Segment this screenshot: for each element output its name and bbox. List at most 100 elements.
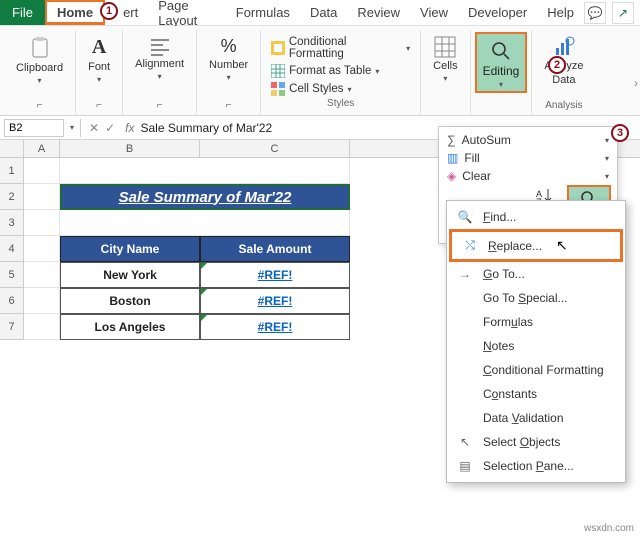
pane-icon: ▤ bbox=[457, 459, 473, 473]
menu-replace[interactable]: ⤭ Replace... ↖ Replace... bbox=[449, 229, 623, 262]
alignment-label: Alignment bbox=[135, 58, 184, 70]
cancel-icon[interactable]: ✕ bbox=[89, 121, 99, 135]
number-label: Number bbox=[209, 59, 248, 71]
eraser-icon: ◈ bbox=[447, 169, 456, 183]
menu-formulas[interactable]: FormulasFormulas bbox=[447, 310, 625, 334]
menu-select-objects[interactable]: ↖Select ObjectsSelect Objects bbox=[447, 430, 625, 454]
table-row[interactable]: Los Angeles bbox=[60, 314, 200, 340]
col-C[interactable]: C bbox=[200, 140, 350, 157]
row-3[interactable]: 3 bbox=[0, 210, 24, 236]
editing-label: Editing bbox=[483, 64, 520, 78]
cell[interactable] bbox=[60, 158, 350, 184]
comments-icon[interactable]: 💬 bbox=[584, 2, 606, 24]
cell[interactable] bbox=[24, 236, 60, 262]
menu-selection-pane[interactable]: ▤Selection Pane...Selection Pane... bbox=[447, 454, 625, 478]
cell[interactable] bbox=[24, 288, 60, 314]
table-row[interactable]: #REF! bbox=[200, 262, 350, 288]
tab-view[interactable]: View bbox=[410, 0, 458, 25]
formula-value[interactable]: Sale Summary of Mar'22 bbox=[140, 121, 272, 135]
header-city[interactable]: City Name bbox=[60, 236, 200, 262]
header-amount[interactable]: Sale Amount bbox=[200, 236, 350, 262]
title-cell[interactable]: Sale Summary of Mar'22 bbox=[60, 184, 350, 210]
menu-cond-format[interactable]: Conditional FormattingConditional Format… bbox=[447, 358, 625, 382]
cell[interactable] bbox=[60, 210, 350, 236]
cell[interactable] bbox=[24, 184, 60, 210]
callout-3: 3 bbox=[611, 124, 629, 142]
autosum-button[interactable]: ∑AutoSum ▾ bbox=[441, 131, 615, 149]
row-4[interactable]: 4 bbox=[0, 236, 24, 262]
select-all-corner[interactable] bbox=[0, 140, 24, 157]
chevron-down-icon: ▾ bbox=[158, 72, 162, 81]
analyze-label-2: Data bbox=[552, 74, 575, 86]
ribbon: Clipboard ▾ ⌐ A Font ▾ ⌐ Alignment ▾ ⌐ %… bbox=[0, 26, 640, 116]
share-icon[interactable]: ↗ bbox=[612, 2, 634, 24]
menu-data-validation[interactable]: Data ValidationData Validation bbox=[447, 406, 625, 430]
group-clipboard-label: ⌐ bbox=[37, 100, 43, 113]
menu-goto[interactable]: →Go To...Go To... bbox=[447, 262, 625, 286]
ref-error: #REF! bbox=[258, 320, 293, 334]
arrow-right-icon: → bbox=[457, 267, 473, 281]
menu-find[interactable]: 🔍FFind...ind... bbox=[447, 205, 625, 229]
tab-developer[interactable]: Developer bbox=[458, 0, 537, 25]
tab-home-label: Home bbox=[57, 5, 93, 20]
clear-button[interactable]: ◈Clear▾ bbox=[441, 167, 615, 185]
ribbon-tabs: File Home 1 ert Page Layout Formulas Dat… bbox=[0, 0, 640, 26]
tab-home[interactable]: Home bbox=[45, 0, 105, 25]
editing-button[interactable]: Editing ▾ bbox=[475, 32, 528, 93]
row-1[interactable]: 1 bbox=[0, 158, 24, 184]
table-row[interactable]: Boston bbox=[60, 288, 200, 314]
ref-error: #REF! bbox=[258, 294, 293, 308]
enter-icon[interactable]: ✓ bbox=[105, 121, 115, 135]
row-6[interactable]: 6 bbox=[0, 288, 24, 314]
col-B[interactable]: B bbox=[60, 140, 200, 157]
cell-styles-button[interactable]: Cell Styles▾ bbox=[271, 80, 410, 98]
chevron-down-icon: ▾ bbox=[38, 76, 42, 85]
tab-file[interactable]: File bbox=[0, 0, 45, 25]
cursor-icon: ↖ bbox=[556, 237, 568, 254]
tab-page-layout[interactable]: Page Layout bbox=[148, 0, 226, 25]
row-5[interactable]: 5 bbox=[0, 262, 24, 288]
tab-review[interactable]: Review bbox=[347, 0, 410, 25]
fx-icon[interactable]: fx bbox=[119, 121, 140, 135]
group-font-label: ⌐ bbox=[96, 100, 102, 113]
col-A[interactable]: A bbox=[24, 140, 60, 157]
cell[interactable] bbox=[24, 314, 60, 340]
table-row[interactable]: #REF! bbox=[200, 288, 350, 314]
menu-goto-special[interactable]: Go To Special...Go To Special... bbox=[447, 286, 625, 310]
sigma-icon: ∑ bbox=[447, 133, 456, 147]
find-select-menu: 🔍FFind...ind... ⤭ Replace... ↖ Replace..… bbox=[446, 200, 626, 483]
tab-help[interactable]: Help bbox=[537, 0, 584, 25]
chevron-down-icon: ▾ bbox=[227, 73, 231, 82]
fill-button[interactable]: ▥Fill▾ bbox=[441, 149, 615, 167]
row-7[interactable]: 7 bbox=[0, 314, 24, 340]
name-box-dropdown-icon[interactable]: ▾ bbox=[68, 123, 76, 132]
name-box[interactable] bbox=[4, 119, 64, 137]
cells-button[interactable]: Cells ▾ bbox=[429, 32, 461, 87]
conditional-formatting-button[interactable]: Conditional Formatting▾ bbox=[271, 34, 410, 62]
table-row[interactable]: New York bbox=[60, 262, 200, 288]
callout-2: 2 bbox=[548, 56, 566, 74]
menu-constants[interactable]: ConstantsConstants bbox=[447, 382, 625, 406]
cell[interactable] bbox=[24, 210, 60, 236]
menu-notes[interactable]: NotesNotes bbox=[447, 334, 625, 358]
table-row[interactable]: #REF! bbox=[200, 314, 350, 340]
alignment-button[interactable]: Alignment ▾ bbox=[131, 32, 188, 85]
replace-icon: ⤭ bbox=[462, 238, 478, 253]
cell[interactable] bbox=[24, 262, 60, 288]
number-button[interactable]: % Number ▾ bbox=[205, 32, 252, 86]
font-button[interactable]: A Font ▾ bbox=[84, 32, 114, 88]
group-number: % Number ▾ ⌐ bbox=[197, 30, 261, 115]
clipboard-button[interactable]: Clipboard ▾ bbox=[12, 32, 67, 89]
tab-formulas[interactable]: Formulas bbox=[226, 0, 300, 25]
cell[interactable] bbox=[24, 158, 60, 184]
analysis-group-label: Analysis bbox=[545, 100, 582, 113]
magnify-icon bbox=[490, 40, 512, 62]
ref-error: #REF! bbox=[258, 268, 293, 282]
format-as-table-button[interactable]: Format as Table▾ bbox=[271, 62, 410, 80]
ribbon-overflow-icon[interactable]: › bbox=[634, 76, 638, 90]
tab-data[interactable]: Data bbox=[300, 0, 347, 25]
row-2[interactable]: 2 bbox=[0, 184, 24, 210]
align-icon bbox=[149, 36, 171, 56]
group-styles: Conditional Formatting▾ Format as Table▾… bbox=[261, 30, 421, 115]
cells-icon bbox=[434, 36, 456, 58]
